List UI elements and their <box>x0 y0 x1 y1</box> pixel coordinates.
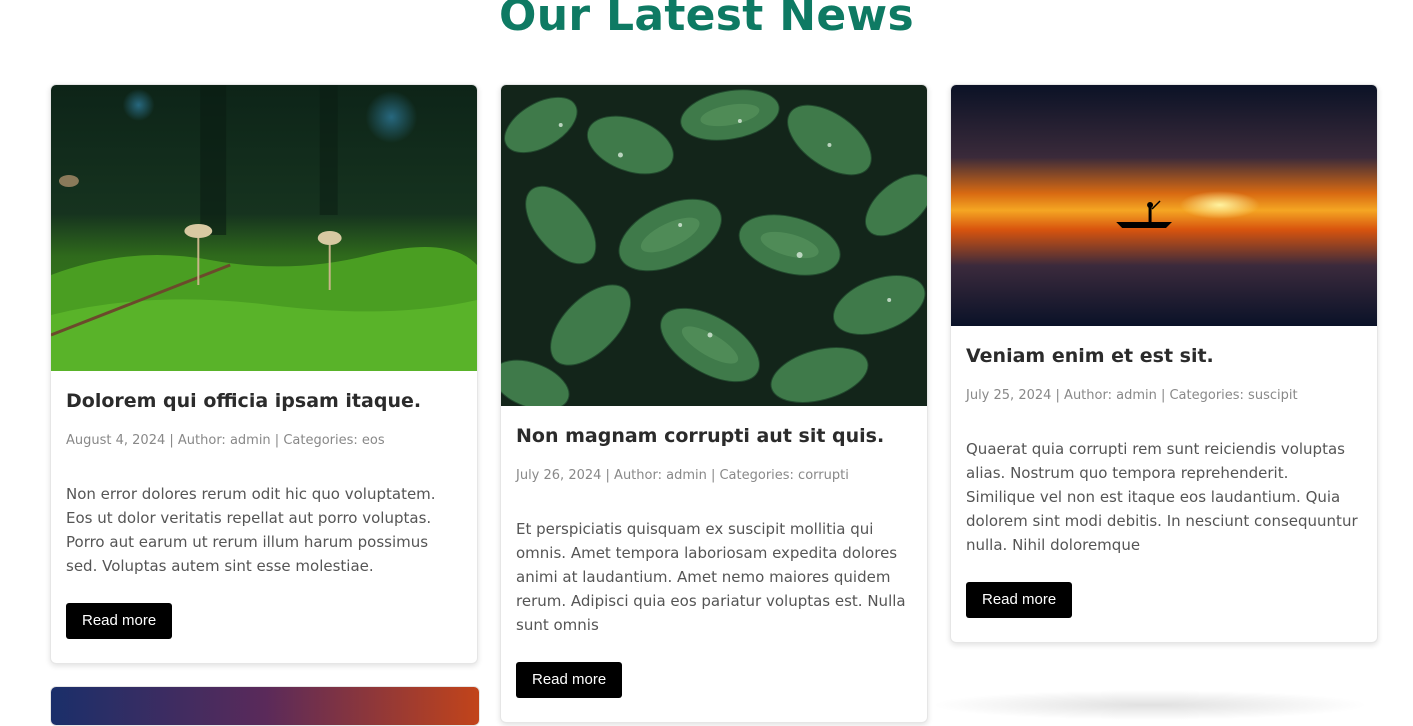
scroll-shadow <box>930 690 1370 720</box>
post-title[interactable]: Dolorem qui officia ipsam itaque. <box>66 388 462 414</box>
news-card: Non magnam corrupti aut sit quis. July 2… <box>500 84 928 723</box>
post-image-sunset[interactable] <box>951 85 1377 326</box>
post-title[interactable]: Non magnam corrupti aut sit quis. <box>516 423 912 449</box>
news-card: Dolorem qui officia ipsam itaque. August… <box>50 84 478 664</box>
post-title[interactable]: Veniam enim et est sit. <box>966 343 1362 369</box>
post-excerpt: Et perspiciatis quisquam ex suscipit mol… <box>516 520 906 634</box>
next-post-image-peek[interactable] <box>50 686 480 726</box>
read-more-button[interactable]: Read more <box>516 662 623 698</box>
post-image-leaves[interactable] <box>501 85 927 406</box>
news-card: Veniam enim et est sit. July 25, 2024 | … <box>950 84 1378 643</box>
post-image-moss[interactable] <box>51 85 477 371</box>
post-excerpt: Quaerat quia corrupti rem sunt reiciendi… <box>966 440 1358 554</box>
read-more-button[interactable]: Read more <box>66 603 173 639</box>
post-meta: August 4, 2024 | Author: admin | Categor… <box>66 433 385 448</box>
post-excerpt: Non error dolores rerum odit hic quo vol… <box>66 485 436 575</box>
read-more-button[interactable]: Read more <box>966 582 1073 618</box>
post-meta: July 26, 2024 | Author: admin | Categori… <box>516 468 849 483</box>
post-meta: July 25, 2024 | Author: admin | Categori… <box>966 388 1298 403</box>
section-title: Our Latest News <box>499 0 914 41</box>
